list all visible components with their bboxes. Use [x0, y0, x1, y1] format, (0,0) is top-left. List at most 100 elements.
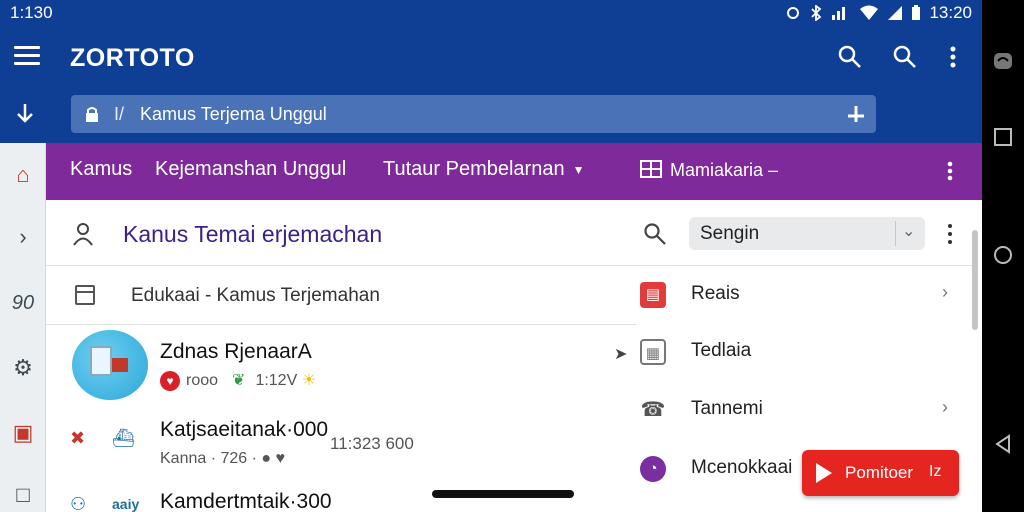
- heart-icon: ♥: [275, 450, 286, 467]
- left-rail: ⌂ › 90 ⚙ ▣ □: [0, 143, 46, 512]
- tab-label: Tutaur Pembelarnan: [383, 158, 565, 180]
- more-vert-icon[interactable]: [940, 44, 966, 70]
- url-field[interactable]: I/ Kamus Terjema Unggul: [71, 95, 876, 133]
- wifi-icon: [860, 5, 879, 20]
- app-bar: ZORTOTO: [0, 30, 982, 86]
- cell-signal-icon: [888, 6, 903, 20]
- recents-icon[interactable]: [992, 126, 1014, 148]
- lock-icon: [86, 107, 98, 122]
- arrow-right-icon[interactable]: ➤: [614, 344, 627, 364]
- item-title: Katjsaeitanak·000: [160, 418, 329, 441]
- avatar: [72, 330, 148, 400]
- search-input-value: Sengin: [700, 223, 760, 244]
- caret-down-icon: ▼: [572, 162, 585, 177]
- home-icon[interactable]: ⌂: [0, 155, 46, 195]
- main-content: Kanus Temai erjemachan Sengin ⌄ Edukaai …: [46, 200, 972, 512]
- headline-row: Kanus Temai erjemachan Sengin ⌄: [46, 200, 972, 266]
- chevron-right-icon[interactable]: ›: [0, 217, 46, 257]
- list-item[interactable]: ✖ ⛴ Katjsaeitanak·000 Kanna · 726 · ● ♥ …: [46, 412, 636, 482]
- list-item[interactable]: Zdnas RjenaarA ♥ rooo ❦ 1:12V ☀ ➤: [46, 326, 636, 406]
- item-meta: Kanna · 726 · ● ♥: [160, 450, 285, 468]
- right-panel-label: Tedlaia: [691, 340, 752, 361]
- signal-small-icon: [832, 7, 846, 20]
- right-panel-item[interactable]: ▦ Tedlaia: [640, 323, 960, 379]
- page-title: Kanus Temai erjemachan: [123, 221, 383, 247]
- boat-icon: ⛴: [112, 428, 135, 448]
- play-button[interactable]: Pomitoer Iz: [802, 450, 959, 496]
- chevron-right-icon: ›: [942, 282, 948, 302]
- table-icon: ▦: [640, 339, 666, 365]
- tab-mamiakaria[interactable]: Mamiakaria –: [640, 160, 778, 181]
- download-arrow-icon[interactable]: [12, 101, 38, 127]
- tools-icon: ✖: [70, 428, 86, 448]
- leaf-icon: ❦: [232, 372, 246, 389]
- play-icon: [816, 463, 832, 483]
- document-icon: [75, 285, 95, 305]
- tab-kamus[interactable]: Kamus: [70, 158, 132, 181]
- section-label: Edukaai - Kamus Terjemahan: [131, 285, 380, 306]
- search-icon[interactable]: [643, 222, 667, 246]
- menu-icon[interactable]: [14, 46, 40, 70]
- chevron-right-icon: ›: [942, 397, 948, 417]
- more-vert-icon[interactable]: [942, 160, 958, 182]
- people-icon: ⚇: [70, 494, 87, 512]
- clock-icon: ◔: [640, 456, 666, 482]
- person-icon: [73, 223, 93, 246]
- battery-icon: [912, 5, 921, 20]
- mic-icon[interactable]: ⌄: [895, 221, 917, 246]
- status-time-right: 13:20: [929, 3, 972, 22]
- settings-icon[interactable]: ⚙: [0, 348, 46, 388]
- tab-label: Kejemanshan Unggul: [155, 158, 347, 180]
- assistant-icon[interactable]: [992, 50, 1014, 72]
- app-title: ZORTOTO: [70, 44, 195, 72]
- right-panel-label: Mcenokkaai: [691, 457, 793, 478]
- item-icon-text: aaiy: [112, 496, 140, 512]
- tab-label: Kamus: [70, 158, 133, 180]
- bookmark-icon[interactable]: ▣: [0, 413, 46, 453]
- top-header: 1:130 13:20 ZORTOTO I/ Kamus Terjema Ung…: [0, 0, 982, 143]
- like-icon: ●: [261, 450, 272, 467]
- right-panel-item[interactable]: ▤ Reais ›: [640, 266, 960, 322]
- item-meta: ♥ rooo ❦ 1:12V ☀: [160, 370, 316, 391]
- status-bar: 1:130 13:20: [0, 0, 982, 26]
- sun-icon: ☀: [297, 372, 317, 389]
- item-title: Zdnas RjenaarA: [160, 340, 312, 363]
- tab-tutaur[interactable]: Tutaur Pembelarnan ▼: [383, 158, 584, 181]
- grid-icon: [640, 160, 662, 178]
- right-panel-label: Tannemi: [691, 398, 763, 419]
- item-meta-text: Kanna · 726 ·: [160, 450, 257, 467]
- status-icons: 13:20: [785, 3, 972, 23]
- item-meta-suffix: 1:12V: [255, 372, 298, 389]
- back-nav-icon[interactable]: [992, 433, 1014, 455]
- tab-label: Mamiakaria –: [670, 160, 779, 180]
- history-icon[interactable]: 90: [0, 283, 46, 323]
- search-icon[interactable]: [837, 44, 863, 70]
- section-row[interactable]: Edukaai - Kamus Terjemahan: [46, 267, 636, 325]
- phone-icon: ☎: [640, 399, 666, 421]
- heart-badge-icon: ♥: [160, 370, 180, 391]
- home-nav-icon[interactable]: [992, 244, 1014, 266]
- right-panel-label: Reais: [691, 283, 740, 304]
- url-row: I/ Kamus Terjema Unggul: [0, 93, 982, 135]
- rail-history-label: 90: [11, 292, 35, 314]
- phone-screen: 1:130 13:20 ZORTOTO I/ Kamus Terjema Ung…: [0, 0, 982, 512]
- square-icon[interactable]: □: [0, 475, 46, 512]
- status-time-left: 1:130: [10, 3, 53, 22]
- play-button-label: Pomitoer: [845, 463, 914, 482]
- url-separator: I/: [114, 104, 125, 124]
- search-input[interactable]: Sengin ⌄: [689, 217, 925, 250]
- search-icon-2[interactable]: [892, 44, 918, 70]
- play-button-ext: Iz: [929, 463, 942, 480]
- add-icon[interactable]: [846, 103, 866, 125]
- tab-bar: Kamus Kejemanshan Unggul Tutaur Pembelar…: [0, 143, 982, 200]
- item-meta-prefix: rooo: [186, 372, 219, 389]
- alarm-icon: [787, 7, 800, 19]
- right-panel-item[interactable]: ☎ Tannemi ›: [640, 381, 960, 437]
- tab-kejemanshan[interactable]: Kejemanshan Unggul: [155, 158, 346, 181]
- scrollbar[interactable]: [972, 230, 978, 330]
- item-title: Kamdertmtaik·300: [160, 490, 332, 512]
- home-indicator[interactable]: [432, 490, 574, 498]
- more-vert-icon[interactable]: [946, 222, 954, 246]
- bluetooth-icon: [811, 5, 822, 21]
- book-icon: ▤: [640, 282, 666, 308]
